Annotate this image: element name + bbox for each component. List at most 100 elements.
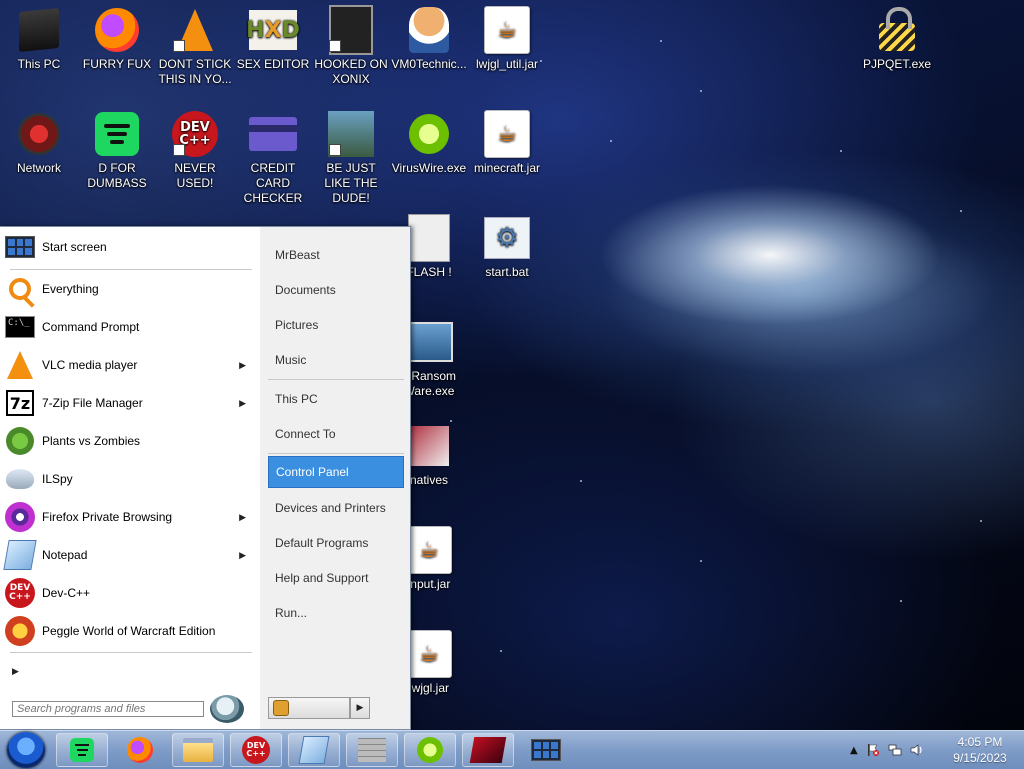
start-right-pictures[interactable]: Pictures [268,309,404,341]
taskbar-item-limewire[interactable] [404,733,456,767]
submenu-arrow-icon[interactable]: ▶ [239,550,246,561]
start-right-devices-and-printers[interactable]: Devices and Printers [268,492,404,524]
taskbar-item-red-app[interactable] [462,733,514,767]
start-item-plants-vs-zombies[interactable]: Plants vs Zombies [4,424,256,458]
shutdown-button[interactable] [268,697,350,719]
start-right-label: Devices and Printers [275,501,386,515]
tray-expand-icon[interactable]: ▲ [850,745,858,756]
desktop-icon-label: HOOKED ON XONIX [314,57,388,86]
start-right-help-and-support[interactable]: Help and Support [268,562,404,594]
desktop-icon-viruswire-exe[interactable]: VirusWire.exe [390,110,468,176]
desktop-icon-be-just-like-the-dude[interactable]: BE JUST LIKE THE DUDE! [312,110,390,206]
plants-vs-zombies-icon [4,425,36,457]
start-item-peggle[interactable]: Peggle World of Warcraft Edition [4,614,256,648]
desktop-icon-credit-card-checker[interactable]: CREDIT CARD CHECKER [234,110,312,206]
desktop-icon-pjpqet-exe[interactable]: PJPQET.exe [858,6,936,72]
desktop-icon-never-used[interactable]: DEV C++ NEVER USED! [156,110,234,191]
search-icon[interactable] [210,695,244,723]
search-input[interactable] [12,701,204,717]
dev-cpp-icon: DEV C++ [171,110,219,158]
taskbar-clock[interactable]: 4:05 PM 9/15/2023 [940,734,1020,766]
start-right-run[interactable]: Run... [268,597,404,629]
desktop-icon-furry-fux[interactable]: FURRY FUX [78,6,156,72]
taskbar-item-firefox[interactable] [114,733,166,767]
spotify-icon [70,738,94,762]
start-right-connect-to[interactable]: Connect To [268,418,404,450]
flash-icon [405,214,453,262]
desktop-icon-dont-stick[interactable]: DONT STICK THIS IN YO... [156,6,234,87]
start-right-label: MrBeast [275,248,320,262]
start-item-vlc[interactable]: VLC media player ▶ [4,348,256,382]
start-item-ilspy[interactable]: ILSpy [4,462,256,496]
start-item-label: VLC media player [42,358,138,372]
start-menu-places-pane: MrBeast Documents Pictures Music This PC… [262,227,410,729]
start-item-firefox-private[interactable]: Firefox Private Browsing ▶ [4,500,256,534]
desktop-icon-network[interactable]: Network [0,110,78,176]
start-item-label: Peggle World of Warcraft Edition [42,624,216,638]
taskbar-item-wall[interactable] [346,733,398,767]
batch-gear-icon: ⚙ [483,214,531,262]
java-icon: ☕ [483,110,531,158]
shutdown-options-button[interactable]: ▶ [350,697,370,719]
credit-card-icon [249,110,297,158]
desktop-icon-sex-editor[interactable]: HXD SEX EDITOR [234,6,312,72]
start-right-label: Music [275,353,307,367]
start-right-label: Help and Support [275,571,369,585]
start-item-everything[interactable]: Everything [4,272,256,306]
shortcut-arrow-icon [173,40,185,52]
taskbar-item-notepad[interactable] [288,733,340,767]
taskbar-item-file-explorer[interactable] [172,733,224,767]
this-pc-icon [15,6,63,54]
desktop-icon-label: NEVER USED! [174,161,216,190]
start-item-label: Everything [42,282,99,296]
start-right-default-programs[interactable]: Default Programs [268,527,404,559]
start-item-label: ILSpy [42,472,73,486]
volume-icon[interactable] [910,743,924,757]
taskbar: DEV C++ ▲ 4:05 PM 9/15/2023 [0,730,1024,769]
start-item-start-screen[interactable]: Start screen [4,230,256,264]
start-item-command-prompt[interactable]: C:\_ Command Prompt [4,310,256,344]
taskbar-item-start-screen[interactable] [520,733,572,767]
desktop-icon-minecraft-jar[interactable]: ☕ minecraft.jar [468,110,546,176]
start-item-label: Notepad [42,548,88,562]
start-button[interactable] [7,732,45,768]
start-item-notepad[interactable]: Notepad ▶ [3,538,256,572]
shortcut-arrow-icon [173,144,185,156]
start-right-label: Default Programs [275,536,369,550]
all-programs-arrow-icon[interactable]: ▶ [12,667,19,677]
start-menu-separator [268,379,404,380]
desktop-icon-start-bat[interactable]: ⚙ start.bat [468,214,546,280]
desktop-icon-label: VM0Technic... [391,57,467,71]
firefox-icon [93,6,141,54]
dev-cpp-icon: DEV C++ [4,577,36,609]
submenu-arrow-icon[interactable]: ▶ [239,512,246,523]
ilspy-icon [4,463,36,495]
java-icon: ☕ [405,630,453,678]
desktop-icon-hooked-on-xonix[interactable]: HOOKED ON XONIX [312,5,390,87]
start-right-music[interactable]: Music [268,344,404,376]
taskbar-item-spotify[interactable] [56,733,108,767]
start-item-label: Firefox Private Browsing [42,510,173,524]
start-item-7zip[interactable]: 7z 7-Zip File Manager ▶ [4,386,256,420]
limewire-icon [405,110,453,158]
submenu-arrow-icon[interactable]: ▶ [239,398,246,409]
desktop-icon-label: Network [16,161,61,175]
desktop-icon-d-for-dumbass[interactable]: D FOR DUMBASS [78,110,156,191]
start-right-mrbeast[interactable]: MrBeast [268,239,404,271]
action-center-flag-icon[interactable] [866,743,880,757]
submenu-arrow-icon[interactable]: ▶ [239,360,246,371]
start-right-control-panel[interactable]: Control Panel [268,456,404,488]
desktop-icon-label: This PC [17,57,61,71]
padlock-icon [873,6,921,54]
network-tray-icon[interactable] [888,743,902,757]
desktop-icon-label: SEX EDITOR [236,57,310,71]
desktop-icon-vm0technic[interactable]: VM0Technic... [390,6,468,72]
desktop-icon-lwjgl-util-jar[interactable]: ☕ lwjgl_util.jar [468,6,546,72]
start-right-documents[interactable]: Documents [268,274,404,306]
start-item-label: Command Prompt [42,320,140,334]
start-item-dev-cpp[interactable]: DEV C++ Dev-C++ [4,576,256,610]
xonix-icon [327,5,375,55]
taskbar-item-dev-cpp[interactable]: DEV C++ [230,733,282,767]
start-right-this-pc[interactable]: This PC [268,383,404,415]
desktop-icon-this-pc[interactable]: This PC [0,6,78,72]
